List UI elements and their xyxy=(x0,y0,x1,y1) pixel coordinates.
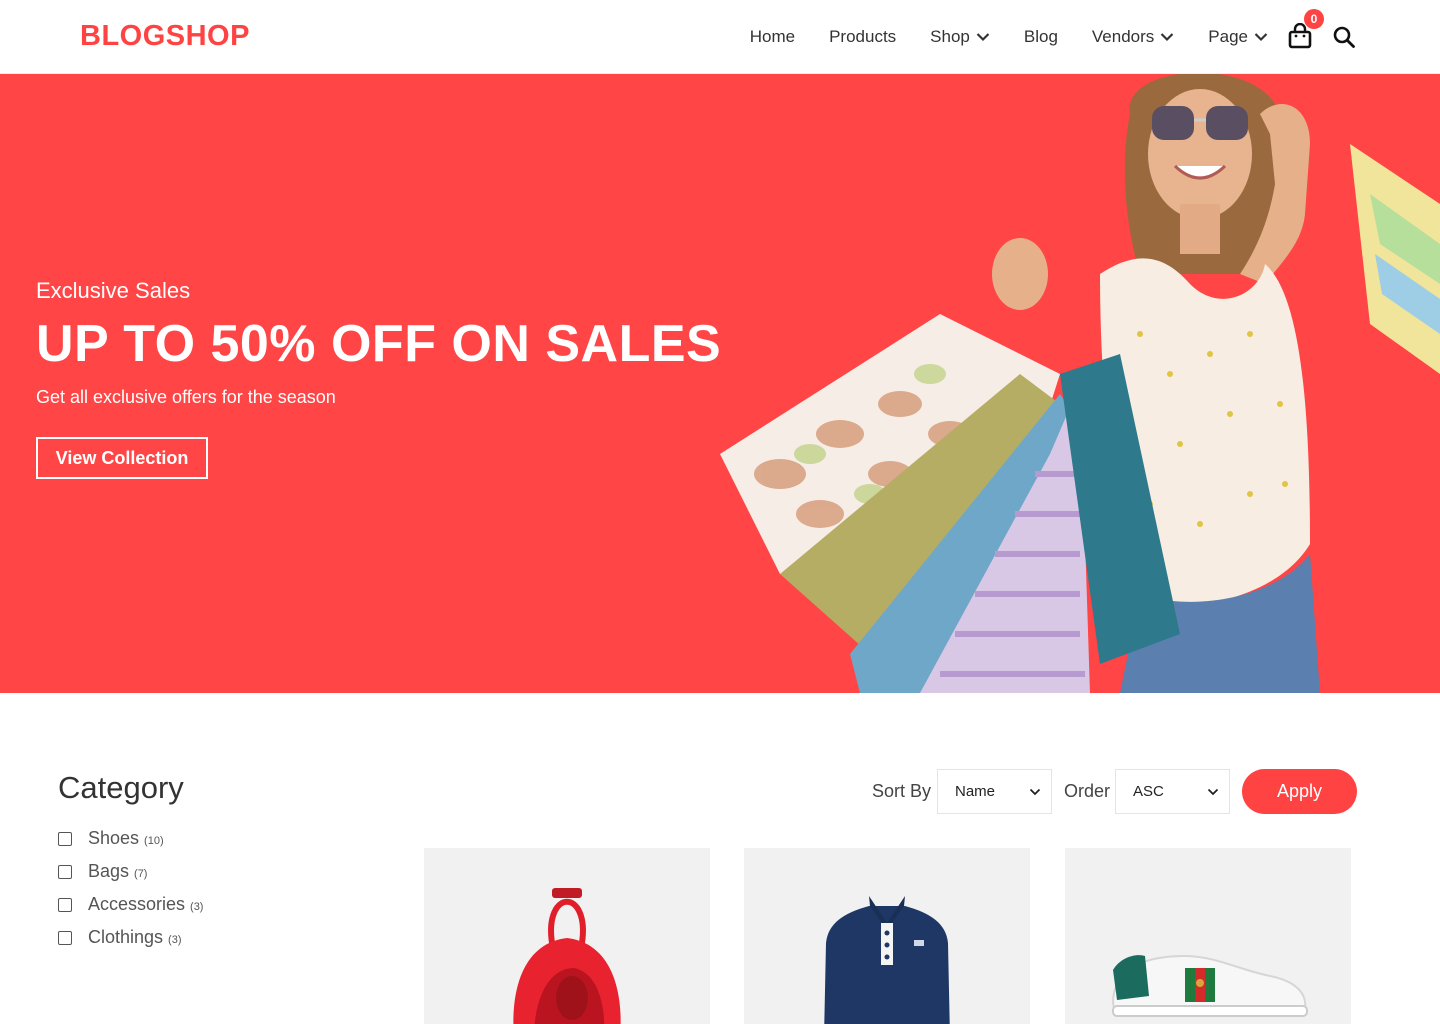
category-item-shoes[interactable]: Shoes (10) xyxy=(58,822,203,855)
chevron-down-icon xyxy=(976,33,990,42)
category-count: (7) xyxy=(134,867,148,880)
product-card[interactable] xyxy=(744,848,1030,1024)
cart-button[interactable]: 0 xyxy=(1288,9,1324,49)
category-count: (3) xyxy=(190,900,204,913)
chevron-down-icon xyxy=(1161,33,1174,42)
chevron-down-icon xyxy=(1029,788,1041,796)
sort-by-select[interactable]: Name xyxy=(937,769,1052,814)
chevron-down-icon xyxy=(1254,33,1268,42)
order-value: ASC xyxy=(1133,783,1164,800)
hero-banner: Exclusive Sales UP TO 50% OFF ON SALES G… xyxy=(0,74,1440,693)
product-card[interactable] xyxy=(424,848,710,1024)
nav-home[interactable]: Home xyxy=(750,27,795,47)
product-card[interactable] xyxy=(1065,848,1351,1024)
category-title: Category xyxy=(58,770,184,805)
white-sneaker-image xyxy=(1111,954,1308,1017)
nav-shop[interactable]: Shop xyxy=(930,27,990,47)
hero-title: UP TO 50% OFF ON SALES xyxy=(36,315,722,373)
category-name: Shoes xyxy=(88,828,140,848)
order-label: Order xyxy=(1064,781,1111,801)
main-nav: Home Products Shop Blog Vendors Page 0 xyxy=(750,0,1356,74)
category-name: Bags xyxy=(88,861,130,881)
view-collection-button[interactable]: View Collection xyxy=(36,437,208,479)
category-name: Clothings xyxy=(88,927,164,947)
nav-vendors-label: Vendors xyxy=(1091,27,1155,46)
navy-polo-shirt-image xyxy=(824,896,950,1024)
nav-shop-label: Shop xyxy=(930,27,970,46)
nav-products[interactable]: Products xyxy=(829,27,896,47)
category-item-accessories[interactable]: Accessories (3) xyxy=(58,888,203,921)
nav-page[interactable]: Page xyxy=(1208,27,1268,47)
category-count: (10) xyxy=(144,834,164,847)
nav-products-label: Products xyxy=(829,27,897,46)
apply-button[interactable]: Apply xyxy=(1242,769,1357,814)
nav-vendors[interactable]: Vendors xyxy=(1092,27,1174,47)
hero-shopping-woman-image xyxy=(720,74,1440,693)
sort-by-value: Name xyxy=(955,783,996,800)
cart-count-badge: 0 xyxy=(1304,9,1324,29)
order-select[interactable]: ASC xyxy=(1115,769,1230,814)
search-icon[interactable] xyxy=(1332,25,1356,49)
site-logo[interactable]: BLOGSHOP xyxy=(80,20,250,53)
nav-blog-label: Blog xyxy=(1023,27,1058,46)
sort-by-label: Sort By xyxy=(872,781,932,801)
category-item-clothings[interactable]: Clothings (3) xyxy=(58,921,203,954)
category-checkbox[interactable] xyxy=(58,864,72,879)
category-checkbox[interactable] xyxy=(58,831,72,846)
red-backpack-image xyxy=(513,888,621,1024)
nav-page-label: Page xyxy=(1208,27,1248,46)
category-checkbox[interactable] xyxy=(58,930,72,945)
category-checkbox[interactable] xyxy=(58,897,72,912)
hero-description: Get all exclusive offers for the season xyxy=(36,387,336,407)
category-list: Shoes (10) Bags (7) Accessories (3) Clot… xyxy=(58,822,203,954)
category-name: Accessories xyxy=(88,894,186,914)
nav-blog[interactable]: Blog xyxy=(1024,27,1058,47)
chevron-down-icon xyxy=(1207,788,1219,796)
site-header: BLOGSHOP Home Products Shop Blog Vendors… xyxy=(0,0,1440,74)
category-item-bags[interactable]: Bags (7) xyxy=(58,855,203,888)
hero-subtitle: Exclusive Sales xyxy=(36,278,191,303)
nav-home-label: Home xyxy=(749,27,796,46)
category-count: (3) xyxy=(168,933,182,946)
